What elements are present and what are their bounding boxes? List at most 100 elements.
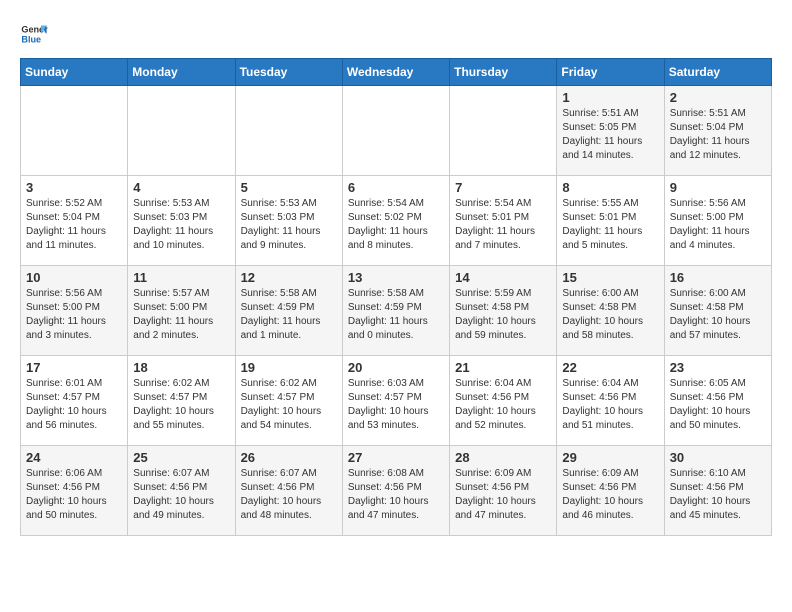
day-number: 13 <box>348 270 444 285</box>
day-info: Sunrise: 5:54 AM Sunset: 5:02 PM Dayligh… <box>348 197 444 253</box>
day-header-wednesday: Wednesday <box>342 59 449 86</box>
day-header-monday: Monday <box>128 59 235 86</box>
day-header-tuesday: Tuesday <box>235 59 342 86</box>
day-info: Sunrise: 6:09 AM Sunset: 4:56 PM Dayligh… <box>562 467 658 523</box>
day-info: Sunrise: 5:56 AM Sunset: 5:00 PM Dayligh… <box>26 287 122 343</box>
svg-text:Blue: Blue <box>21 34 41 44</box>
calendar-cell: 1 Sunrise: 5:51 AM Sunset: 5:05 PM Daylig… <box>557 86 664 176</box>
calendar-cell: 29 Sunrise: 6:09 AM Sunset: 4:56 PM Dayli… <box>557 446 664 536</box>
day-number: 10 <box>26 270 122 285</box>
day-info: Sunrise: 5:57 AM Sunset: 5:00 PM Dayligh… <box>133 287 229 343</box>
calendar-cell: 18 Sunrise: 6:02 AM Sunset: 4:57 PM Dayli… <box>128 356 235 446</box>
day-info: Sunrise: 6:04 AM Sunset: 4:56 PM Dayligh… <box>455 377 551 433</box>
day-number: 8 <box>562 180 658 195</box>
day-number: 14 <box>455 270 551 285</box>
day-number: 25 <box>133 450 229 465</box>
page-header: General Blue <box>20 20 772 48</box>
calendar-cell <box>21 86 128 176</box>
day-info: Sunrise: 5:51 AM Sunset: 5:05 PM Dayligh… <box>562 107 658 163</box>
calendar-cell: 15 Sunrise: 6:00 AM Sunset: 4:58 PM Dayli… <box>557 266 664 356</box>
day-info: Sunrise: 6:03 AM Sunset: 4:57 PM Dayligh… <box>348 377 444 433</box>
day-info: Sunrise: 5:52 AM Sunset: 5:04 PM Dayligh… <box>26 197 122 253</box>
day-info: Sunrise: 6:08 AM Sunset: 4:56 PM Dayligh… <box>348 467 444 523</box>
calendar-cell: 20 Sunrise: 6:03 AM Sunset: 4:57 PM Dayli… <box>342 356 449 446</box>
day-info: Sunrise: 5:58 AM Sunset: 4:59 PM Dayligh… <box>241 287 337 343</box>
calendar-table: SundayMondayTuesdayWednesdayThursdayFrid… <box>20 58 772 536</box>
day-info: Sunrise: 5:53 AM Sunset: 5:03 PM Dayligh… <box>133 197 229 253</box>
day-number: 17 <box>26 360 122 375</box>
day-number: 15 <box>562 270 658 285</box>
calendar-cell: 7 Sunrise: 5:54 AM Sunset: 5:01 PM Daylig… <box>450 176 557 266</box>
day-number: 3 <box>26 180 122 195</box>
day-number: 7 <box>455 180 551 195</box>
day-header-friday: Friday <box>557 59 664 86</box>
calendar-cell <box>235 86 342 176</box>
day-number: 30 <box>670 450 766 465</box>
day-number: 18 <box>133 360 229 375</box>
day-number: 16 <box>670 270 766 285</box>
day-number: 26 <box>241 450 337 465</box>
day-number: 6 <box>348 180 444 195</box>
day-header-thursday: Thursday <box>450 59 557 86</box>
day-info: Sunrise: 6:10 AM Sunset: 4:56 PM Dayligh… <box>670 467 766 523</box>
day-info: Sunrise: 5:54 AM Sunset: 5:01 PM Dayligh… <box>455 197 551 253</box>
day-number: 24 <box>26 450 122 465</box>
calendar-cell: 6 Sunrise: 5:54 AM Sunset: 5:02 PM Daylig… <box>342 176 449 266</box>
day-info: Sunrise: 6:01 AM Sunset: 4:57 PM Dayligh… <box>26 377 122 433</box>
day-info: Sunrise: 5:53 AM Sunset: 5:03 PM Dayligh… <box>241 197 337 253</box>
calendar-cell: 27 Sunrise: 6:08 AM Sunset: 4:56 PM Dayli… <box>342 446 449 536</box>
calendar-cell <box>128 86 235 176</box>
day-info: Sunrise: 6:00 AM Sunset: 4:58 PM Dayligh… <box>670 287 766 343</box>
calendar-week-2: 10 Sunrise: 5:56 AM Sunset: 5:00 PM Dayli… <box>21 266 772 356</box>
day-number: 4 <box>133 180 229 195</box>
logo: General Blue <box>20 20 48 48</box>
calendar-body: 1 Sunrise: 5:51 AM Sunset: 5:05 PM Daylig… <box>21 86 772 536</box>
logo-icon: General Blue <box>20 20 48 48</box>
calendar-cell: 4 Sunrise: 5:53 AM Sunset: 5:03 PM Daylig… <box>128 176 235 266</box>
day-number: 21 <box>455 360 551 375</box>
day-info: Sunrise: 6:07 AM Sunset: 4:56 PM Dayligh… <box>241 467 337 523</box>
day-info: Sunrise: 6:02 AM Sunset: 4:57 PM Dayligh… <box>241 377 337 433</box>
calendar-cell: 28Sunrise: 6:09 AM Sunset: 4:56 PM Dayli… <box>450 446 557 536</box>
day-number: 20 <box>348 360 444 375</box>
calendar-cell: 3 Sunrise: 5:52 AM Sunset: 5:04 PM Daylig… <box>21 176 128 266</box>
calendar-cell <box>450 86 557 176</box>
day-info: Sunrise: 6:04 AM Sunset: 4:56 PM Dayligh… <box>562 377 658 433</box>
day-header-saturday: Saturday <box>664 59 771 86</box>
day-number: 2 <box>670 90 766 105</box>
day-info: Sunrise: 5:58 AM Sunset: 4:59 PM Dayligh… <box>348 287 444 343</box>
day-number: 19 <box>241 360 337 375</box>
calendar-cell: 9 Sunrise: 5:56 AM Sunset: 5:00 PM Daylig… <box>664 176 771 266</box>
day-info: Sunrise: 6:02 AM Sunset: 4:57 PM Dayligh… <box>133 377 229 433</box>
day-number: 22 <box>562 360 658 375</box>
day-info: Sunrise: 6:06 AM Sunset: 4:56 PM Dayligh… <box>26 467 122 523</box>
day-number: 29 <box>562 450 658 465</box>
day-number: 23 <box>670 360 766 375</box>
calendar-cell: 22 Sunrise: 6:04 AM Sunset: 4:56 PM Dayli… <box>557 356 664 446</box>
day-info: Sunrise: 5:56 AM Sunset: 5:00 PM Dayligh… <box>670 197 766 253</box>
day-info: Sunrise: 5:55 AM Sunset: 5:01 PM Dayligh… <box>562 197 658 253</box>
calendar-cell: 24 Sunrise: 6:06 AM Sunset: 4:56 PM Dayli… <box>21 446 128 536</box>
day-number: 27 <box>348 450 444 465</box>
calendar-cell: 14Sunrise: 5:59 AM Sunset: 4:58 PM Dayli… <box>450 266 557 356</box>
day-info: Sunrise: 6:00 AM Sunset: 4:58 PM Dayligh… <box>562 287 658 343</box>
calendar-cell: 30 Sunrise: 6:10 AM Sunset: 4:56 PM Dayli… <box>664 446 771 536</box>
calendar-week-0: 1 Sunrise: 5:51 AM Sunset: 5:05 PM Daylig… <box>21 86 772 176</box>
calendar-cell: 16 Sunrise: 6:00 AM Sunset: 4:58 PM Dayli… <box>664 266 771 356</box>
calendar-cell <box>342 86 449 176</box>
calendar-week-4: 24 Sunrise: 6:06 AM Sunset: 4:56 PM Dayli… <box>21 446 772 536</box>
calendar-cell: 10 Sunrise: 5:56 AM Sunset: 5:00 PM Dayli… <box>21 266 128 356</box>
day-number: 28 <box>455 450 551 465</box>
calendar-week-3: 17 Sunrise: 6:01 AM Sunset: 4:57 PM Dayli… <box>21 356 772 446</box>
day-info: Sunrise: 6:07 AM Sunset: 4:56 PM Dayligh… <box>133 467 229 523</box>
calendar-cell: 2Sunrise: 5:51 AM Sunset: 5:04 PM Daylig… <box>664 86 771 176</box>
calendar-cell: 23Sunrise: 6:05 AM Sunset: 4:56 PM Dayli… <box>664 356 771 446</box>
day-header-sunday: Sunday <box>21 59 128 86</box>
calendar-cell: 8 Sunrise: 5:55 AM Sunset: 5:01 PM Daylig… <box>557 176 664 266</box>
calendar-cell: 25 Sunrise: 6:07 AM Sunset: 4:56 PM Dayli… <box>128 446 235 536</box>
day-number: 1 <box>562 90 658 105</box>
day-number: 9 <box>670 180 766 195</box>
calendar-header: SundayMondayTuesdayWednesdayThursdayFrid… <box>21 59 772 86</box>
calendar-cell: 21 Sunrise: 6:04 AM Sunset: 4:56 PM Dayli… <box>450 356 557 446</box>
day-number: 5 <box>241 180 337 195</box>
